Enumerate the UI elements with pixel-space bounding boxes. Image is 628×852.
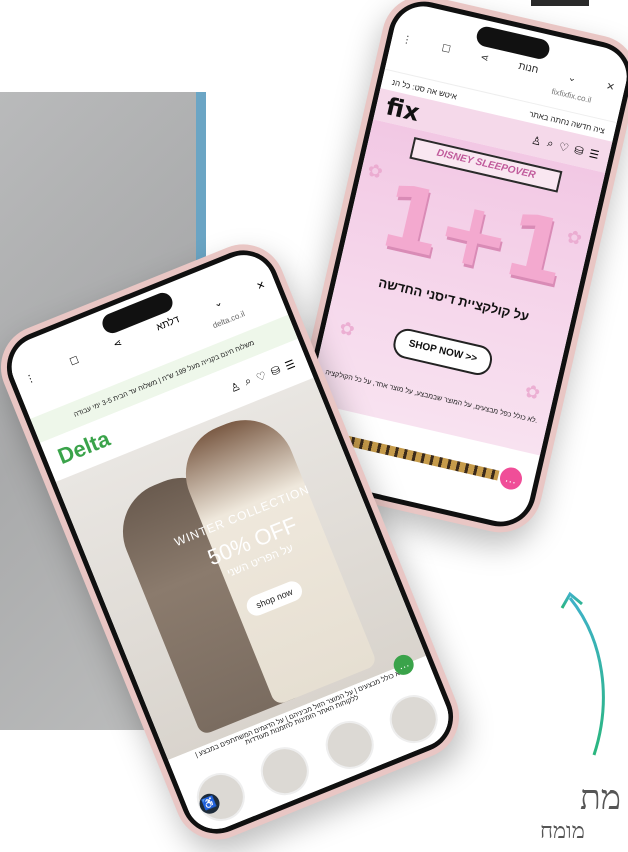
bottom-heading-text-2: מומח [540, 818, 585, 843]
fix-logo[interactable]: fix [383, 92, 422, 127]
curved-arrow-icon [560, 591, 605, 756]
category-circle[interactable] [382, 687, 446, 751]
search-icon[interactable]: ⌕ [546, 137, 555, 151]
share-icon[interactable]: ⋖ [112, 337, 124, 350]
bag-icon[interactable]: ⛁ [573, 143, 585, 158]
top-decoration-bar [531, 0, 589, 6]
user-icon[interactable]: ♙ [228, 379, 243, 395]
category-circle[interactable] [253, 739, 317, 803]
hamburger-menu-icon[interactable]: ☰ [283, 357, 297, 373]
category-circle[interactable] [189, 765, 252, 829]
daisy-duck-icon: ✿ [365, 159, 385, 183]
category-circle[interactable] [318, 713, 381, 777]
browser-tab-title: דלתא [154, 313, 181, 333]
daisy-duck-icon: ✿ [337, 317, 357, 341]
menu-dots-icon[interactable]: ⋮ [401, 33, 413, 46]
bag-icon[interactable]: ⛁ [269, 363, 282, 379]
heart-icon[interactable]: ♡ [254, 368, 269, 384]
close-icon[interactable]: ✕ [255, 279, 267, 292]
bookmark-icon[interactable]: ☐ [441, 43, 452, 56]
daisy-duck-icon: ✿ [522, 380, 543, 404]
hero-banner[interactable]: ✿ ✿ ✿ ✿ DISNEY SLEEPOVER 1+1 על קולקציית… [308, 119, 606, 456]
menu-dots-icon[interactable]: ⋮ [24, 372, 37, 386]
chevron-down-icon[interactable]: ⌄ [567, 72, 578, 85]
browser-tab-title: חנות [517, 60, 540, 76]
hero-fine-print: לא כולל כפל מבצעים, על המוצר שבמבצע, על … [324, 369, 539, 425]
shop-now-button[interactable]: SHOP NOW >> [390, 326, 495, 378]
share-icon[interactable]: ⋖ [479, 52, 490, 65]
user-icon[interactable]: ♙ [530, 133, 543, 148]
bookmark-icon[interactable]: ☐ [68, 354, 80, 368]
bottom-heading-text: מת [580, 780, 621, 817]
hamburger-menu-icon[interactable]: ☰ [588, 146, 601, 161]
chevron-down-icon[interactable]: ⌄ [212, 296, 224, 309]
search-icon[interactable]: ⌕ [243, 374, 254, 388]
close-icon[interactable]: ✕ [605, 81, 616, 94]
heart-icon[interactable]: ♡ [558, 139, 571, 154]
chat-icon[interactable]: … [497, 465, 525, 492]
